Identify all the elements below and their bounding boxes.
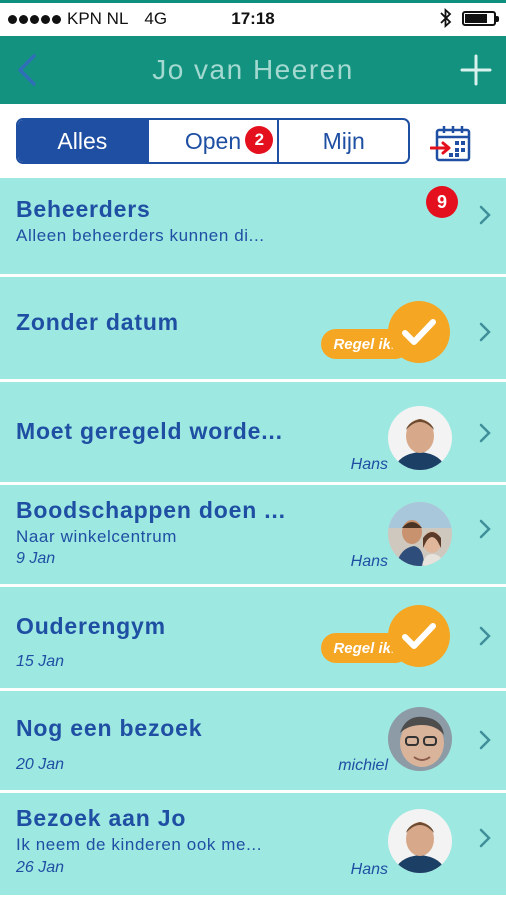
list-item[interactable]: Beheerders Alleen beheerders kunnen di..…	[0, 178, 506, 277]
item-subtitle: Alleen beheerders kunnen di...	[16, 226, 265, 245]
item-subtitle: Ik neem de kinderen ook me...	[16, 835, 263, 854]
chevron-right-icon	[479, 322, 491, 342]
chevron-right-icon	[479, 828, 491, 848]
checkmark-icon	[388, 301, 450, 363]
item-date: 20 Jan	[16, 756, 65, 773]
chevron-right-icon	[479, 730, 491, 750]
battery-fill	[465, 13, 487, 23]
tab-label: Alles	[57, 127, 108, 154]
item-subtitle: Naar winkelcentrum	[16, 527, 178, 546]
count-badge: 9	[426, 186, 458, 218]
item-date: 9 Jan	[16, 550, 56, 567]
tab-mijn[interactable]: Mijn	[279, 120, 408, 162]
chevron-right-icon	[479, 205, 491, 225]
item-title: Zonder datum	[16, 309, 179, 335]
list-item[interactable]: Moet geregeld worde... Hans	[0, 382, 506, 485]
tab-open[interactable]: Open 2	[149, 120, 280, 162]
item-title: Beheerders	[16, 196, 151, 222]
status-time: 17:18	[231, 9, 275, 28]
item-title: Boodschappen doen ...	[16, 497, 286, 523]
avatar	[388, 406, 452, 470]
checkmark-icon	[388, 605, 450, 667]
list-item[interactable]: Zonder datum Regel ik!	[0, 277, 506, 382]
page-title: Jo van Heeren	[152, 54, 354, 85]
tab-alles[interactable]: Alles	[18, 120, 149, 162]
tab-label: Open	[184, 127, 242, 154]
list-item[interactable]: Bezoek aan Jo Ik neem de kinderen ook me…	[0, 793, 506, 898]
item-title: Moet geregeld worde...	[16, 418, 283, 444]
plus-icon[interactable]	[460, 54, 492, 86]
battery-icon	[462, 10, 499, 26]
list-item[interactable]: Boodschappen doen ... Naar winkelcentrum…	[0, 485, 506, 587]
assignee-name: Hans	[350, 456, 388, 473]
avatar	[388, 809, 452, 873]
item-title: Ouderengym	[16, 613, 166, 639]
nav-bar: Jo van Heeren	[0, 36, 506, 104]
item-date: 26 Jan	[16, 859, 65, 876]
bluetooth-icon	[440, 8, 452, 28]
assignee-name: michiel	[338, 757, 388, 774]
item-title: Nog een bezoek	[16, 715, 203, 741]
status-bar: KPN NL 4G 17:18	[0, 0, 506, 36]
tab-label: Mijn	[322, 127, 365, 154]
avatar	[388, 502, 452, 566]
calendar-export-icon[interactable]	[430, 124, 474, 164]
assignee-name: Hans	[350, 553, 388, 570]
list-item[interactable]: Nog een bezoek 20 Jan michiel	[0, 691, 506, 793]
chevron-right-icon	[479, 519, 491, 539]
count-badge: 2	[245, 126, 274, 154]
segmented-control: Alles Open 2 Mijn	[16, 118, 410, 164]
item-title: Bezoek aan Jo	[16, 805, 187, 831]
list-item[interactable]: Ouderengym 15 Jan Regel ik!	[0, 587, 506, 691]
chevron-right-icon	[479, 423, 491, 443]
assignee-name: Hans	[350, 861, 388, 878]
avatar	[388, 707, 452, 771]
item-date: 15 Jan	[16, 653, 65, 670]
event-list: Beheerders Alleen beheerders kunnen di..…	[0, 178, 506, 898]
chevron-right-icon	[479, 626, 491, 646]
filter-bar: Alles Open 2 Mijn	[0, 104, 506, 178]
status-right	[440, 8, 499, 28]
